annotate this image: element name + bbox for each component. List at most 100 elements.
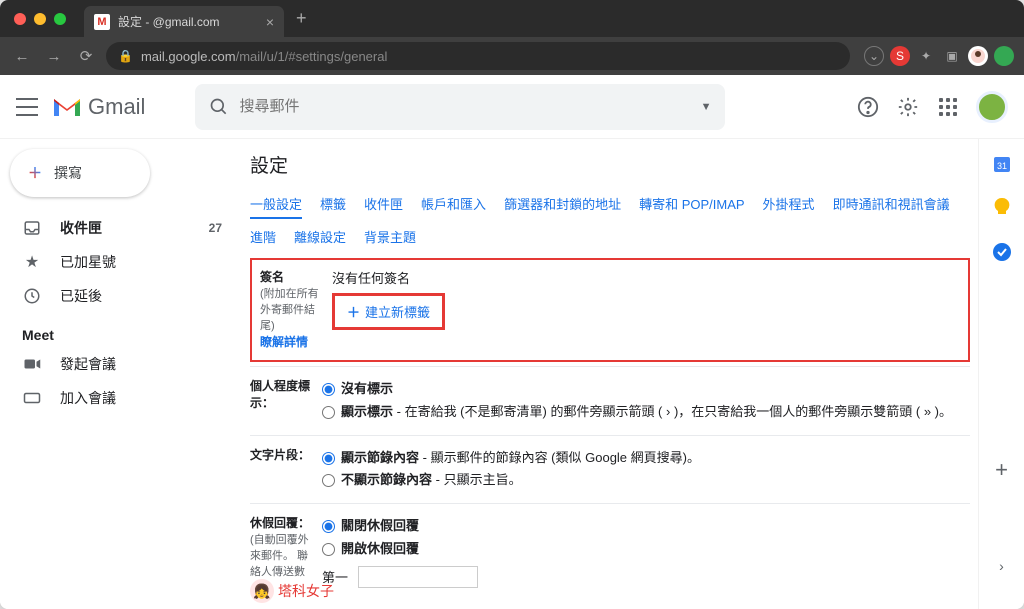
- close-tab-icon[interactable]: ×: [254, 14, 274, 30]
- url-host: mail.google.com: [141, 49, 236, 64]
- tab-themes[interactable]: 背景主題: [364, 227, 416, 246]
- tasks-icon[interactable]: [991, 241, 1013, 263]
- tab-addons[interactable]: 外掛程式: [763, 194, 815, 219]
- tab-advanced[interactable]: 進階: [250, 227, 276, 246]
- new-meeting-label: 發起會議: [60, 354, 116, 374]
- gmail-brand-text: Gmail: [88, 94, 145, 120]
- create-new-label-button[interactable]: ＋ 建立新標籤: [332, 293, 445, 330]
- traffic-lights: [14, 13, 66, 25]
- new-tab-button[interactable]: +: [296, 8, 307, 29]
- search-box[interactable]: ▼: [195, 84, 725, 130]
- tab-forwarding[interactable]: 轉寄和 POP/IMAP: [639, 194, 744, 219]
- vacation-label: 休假回覆： (自動回覆外 來郵件。 聯 絡人傳送數: [250, 514, 322, 588]
- svg-text:31: 31: [996, 161, 1006, 171]
- keyboard-icon: [22, 391, 42, 405]
- gmail-logo[interactable]: Gmail: [52, 94, 145, 120]
- inbox-label: 收件匣: [60, 218, 102, 238]
- settings-main: 設定 一般設定 標籤 收件匣 帳戶和匯入 篩選器和封鎖的地址 轉寄和 POP/I…: [240, 139, 978, 609]
- sidebar-item-inbox[interactable]: 收件匣 27: [0, 211, 240, 245]
- browser-tab[interactable]: M 設定 - @gmail.com ×: [84, 6, 284, 37]
- snippet-label: 文字片段：: [250, 446, 322, 494]
- tab-accounts[interactable]: 帳戶和匯入: [421, 194, 486, 219]
- personal-indicator-section: 個人程度標 示： 沒有標示 顯示標示 - 在寄給我 (不是郵寄清單) 的郵件旁顯…: [250, 366, 970, 435]
- inbox-icon: [22, 219, 42, 237]
- settings-tabs-row2: 進階 離線設定 背景主題: [250, 227, 970, 246]
- learn-more-link[interactable]: 瞭解詳情: [260, 335, 308, 349]
- close-window[interactable]: [14, 13, 26, 25]
- sidebar-item-join-meeting[interactable]: 加入會議: [0, 381, 240, 415]
- tab-filters[interactable]: 篩選器和封鎖的地址: [504, 194, 621, 219]
- tab-title: 設定 - @gmail.com: [118, 13, 220, 30]
- url-field[interactable]: 🔒 mail.google.com /mail/u/1/#settings/ge…: [106, 42, 850, 70]
- tab-general[interactable]: 一般設定: [250, 194, 302, 219]
- join-meeting-label: 加入會議: [60, 388, 116, 408]
- meet-header: Meet: [0, 313, 240, 347]
- cast-icon[interactable]: ▣: [942, 46, 962, 66]
- tab-inbox[interactable]: 收件匣: [364, 194, 403, 219]
- back-button[interactable]: ←: [10, 44, 34, 68]
- keep-icon[interactable]: [991, 197, 1013, 219]
- vacation-opt-off[interactable]: [322, 520, 335, 533]
- collapse-panel-icon[interactable]: ›: [991, 555, 1013, 577]
- tab-chat[interactable]: 即時通訊和視訊會議: [833, 194, 950, 219]
- apps-grid-icon[interactable]: [936, 95, 960, 119]
- compose-button[interactable]: ＋ 撰寫: [10, 149, 150, 197]
- compose-label: 撰寫: [54, 163, 82, 183]
- calendar-icon[interactable]: 31: [991, 153, 1013, 175]
- gmail-topbar: Gmail ▼: [0, 75, 1024, 139]
- url-path: /mail/u/1/#settings/general: [236, 49, 388, 64]
- vacation-section: 休假回覆： (自動回覆外 來郵件。 聯 絡人傳送數 關閉休假回覆 開啟休假回覆 …: [250, 503, 970, 598]
- settings-tabs: 一般設定 標籤 收件匣 帳戶和匯入 篩選器和封鎖的地址 轉寄和 POP/IMAP…: [250, 194, 970, 219]
- signature-label: 簽名 (附加在所有 外寄郵件結 尾) 瞭解詳情: [260, 268, 332, 350]
- pocket-icon[interactable]: ⌄: [864, 46, 884, 66]
- window-titlebar: M 設定 - @gmail.com × +: [0, 0, 1024, 37]
- watermark-icon: 👧: [250, 579, 274, 603]
- settings-gear-icon[interactable]: [896, 95, 920, 119]
- vacation-opt-on[interactable]: [322, 543, 335, 556]
- ext-icon-s[interactable]: S: [890, 46, 910, 66]
- sidebar: ＋ 撰寫 收件匣 27 ★ 已加星號 已延後 Meet: [0, 139, 240, 609]
- support-icon[interactable]: [856, 95, 880, 119]
- extension-row: ⌄ S ✦ ▣: [864, 46, 1014, 66]
- snippet-opt-show[interactable]: [322, 452, 335, 465]
- sidebar-item-snoozed[interactable]: 已延後: [0, 279, 240, 313]
- search-input[interactable]: [239, 98, 700, 115]
- indicator-opt-show[interactable]: [322, 406, 335, 419]
- no-signature-text: 沒有任何簽名: [332, 268, 960, 287]
- tab-labels[interactable]: 標籤: [320, 194, 346, 219]
- gmail-m-icon: [52, 95, 82, 119]
- star-icon: ★: [22, 252, 42, 272]
- sidebar-item-new-meeting[interactable]: 發起會議: [0, 347, 240, 381]
- indicator-label: 個人程度標 示：: [250, 377, 322, 425]
- vacation-first-day-input[interactable]: [358, 566, 478, 588]
- snippet-section: 文字片段： 顯示節錄內容 - 顯示郵件的節錄內容 (類似 Google 網頁搜尋…: [250, 435, 970, 504]
- plus-icon: ＋: [28, 163, 42, 183]
- add-addon-icon[interactable]: +: [991, 459, 1013, 481]
- menu-icon[interactable]: [16, 98, 38, 116]
- reload-button[interactable]: ⟳: [74, 44, 98, 68]
- account-avatar[interactable]: [976, 91, 1008, 123]
- maximize-window[interactable]: [54, 13, 66, 25]
- clock-icon: [22, 287, 42, 305]
- forward-button[interactable]: →: [42, 44, 66, 68]
- profile-icon[interactable]: [968, 46, 988, 66]
- search-options-icon[interactable]: ▼: [701, 101, 712, 113]
- gmail-favicon: M: [94, 14, 110, 30]
- signature-section: 簽名 (附加在所有 外寄郵件結 尾) 瞭解詳情 沒有任何簽名 ＋ 建立新標籤: [250, 258, 970, 362]
- indicator-opt-none[interactable]: [322, 383, 335, 396]
- sidebar-item-starred[interactable]: ★ 已加星號: [0, 245, 240, 279]
- minimize-window[interactable]: [34, 13, 46, 25]
- page-title: 設定: [250, 151, 970, 178]
- snippet-opt-hide[interactable]: [322, 474, 335, 487]
- search-icon: [209, 97, 229, 117]
- snoozed-label: 已延後: [60, 286, 102, 306]
- watermark: 👧 塔科女子: [250, 579, 334, 603]
- create-new-label-text: 建立新標籤: [365, 302, 430, 321]
- ext-icon-green[interactable]: [994, 46, 1014, 66]
- tab-offline[interactable]: 離線設定: [294, 227, 346, 246]
- lock-icon: 🔒: [118, 49, 133, 63]
- extensions-icon[interactable]: ✦: [916, 46, 936, 66]
- plus-icon: ＋: [347, 302, 360, 321]
- video-icon: [22, 357, 42, 371]
- side-panel: 31 + ›: [978, 139, 1024, 609]
